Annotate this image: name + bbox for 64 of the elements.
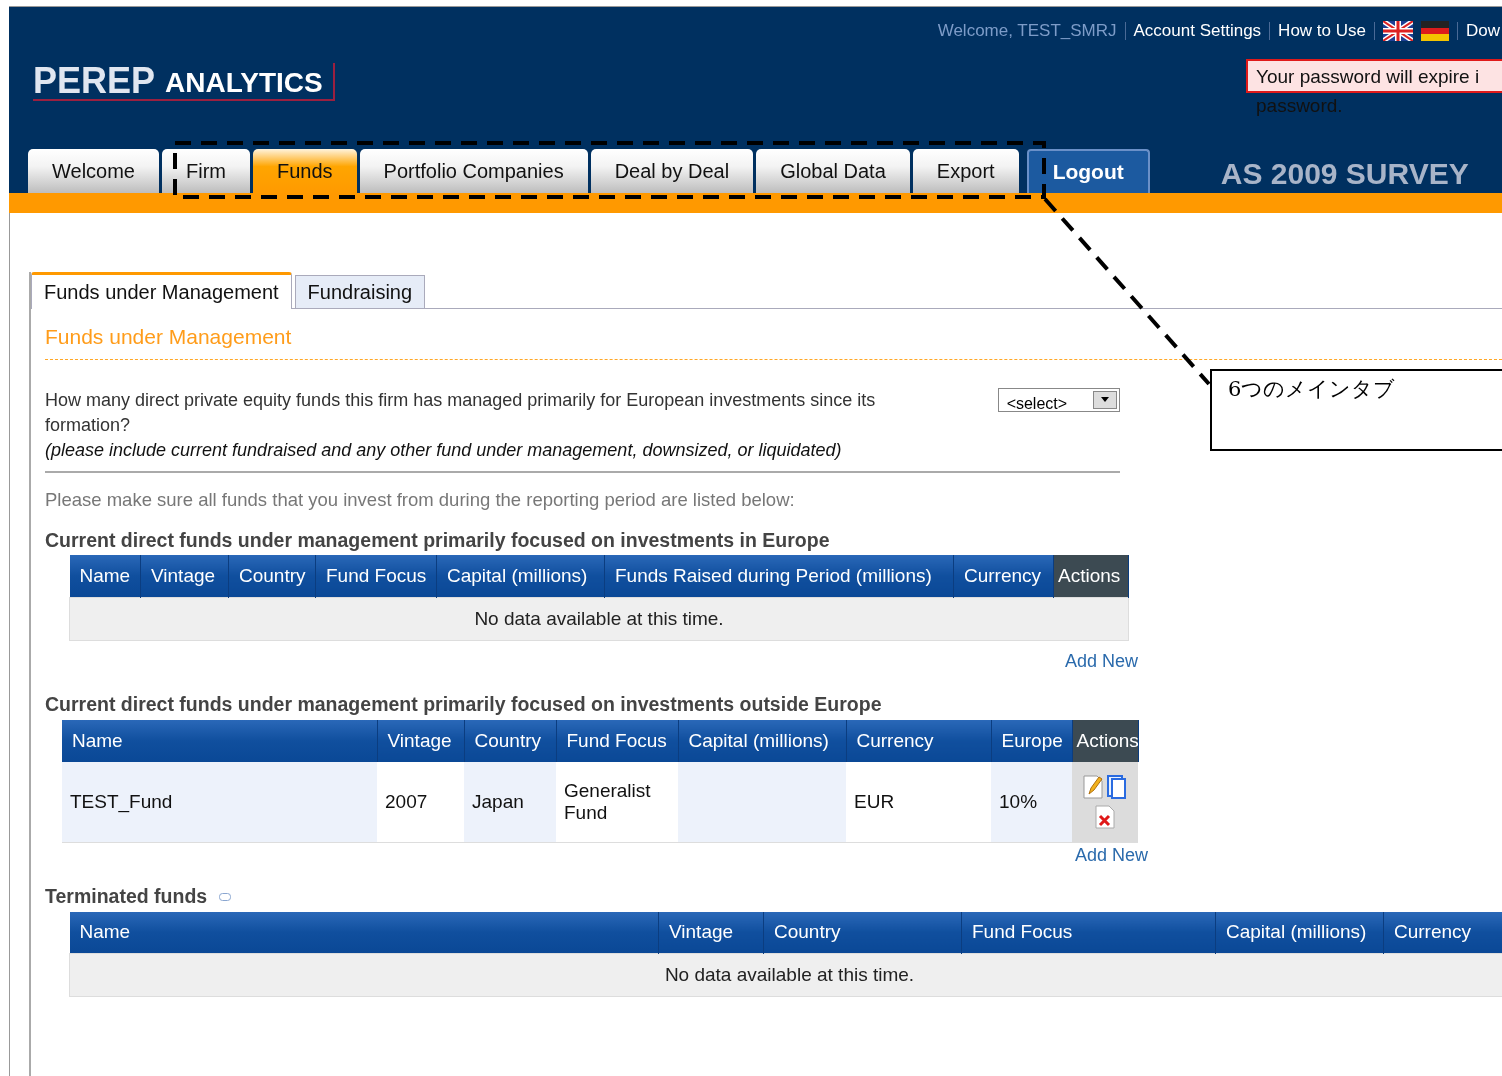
table-cell: 10%	[991, 761, 1072, 842]
column-header: Currency	[1383, 911, 1502, 954]
sub-tab[interactable]: Fundraising	[294, 275, 426, 308]
column-header: Capital (millions)	[436, 555, 605, 597]
top-link[interactable]: Account Settings	[1133, 21, 1262, 41]
main-tab[interactable]: Funds	[253, 149, 357, 193]
survey-title: AS 2009 SURVEY	[1220, 157, 1469, 192]
column-header: Country	[464, 719, 556, 762]
question-note: (please include current fundraised and any other fund under management, downsized, or liquidated)	[45, 439, 843, 462]
column-header: Country	[228, 555, 316, 597]
column-header: Fund Focus	[961, 911, 1216, 954]
add-new-link[interactable]: Add New	[1074, 844, 1148, 866]
main-tab[interactable]: Portfolio Companies	[359, 149, 588, 193]
column-header: Name	[62, 719, 377, 762]
table-cell: EUR	[846, 761, 991, 842]
question-text: How many direct private equity funds this firm has managed primarily for European investments since its formation?	[45, 389, 877, 437]
main-tab[interactable]: Global Data	[756, 149, 910, 193]
logo: PEREP ANALYTICS	[33, 63, 335, 101]
info-text: Please make sure all funds that you invest from during the reporting period are listed below:	[45, 488, 796, 511]
table-title: Current direct funds under management primarily focused on investments in Europe	[45, 528, 830, 552]
column-header: Vintage	[140, 555, 229, 597]
column-header: Funds Raised during Period (millions)	[604, 555, 954, 597]
column-header: Fund Focus	[556, 719, 678, 762]
main-tab[interactable]: Export	[912, 149, 1019, 193]
empty-message: No data available at this time.	[69, 953, 1502, 997]
top-link[interactable]: Dow	[1466, 21, 1500, 41]
password-notice: Your password will expire i	[1246, 59, 1502, 93]
logout-button[interactable]: Logout	[1026, 149, 1150, 193]
edit-icon[interactable]	[1083, 774, 1103, 799]
column-header: Capital (millions)	[1215, 911, 1384, 954]
count-select[interactable]: <select>	[997, 388, 1120, 412]
main-tab[interactable]: Deal by Deal	[590, 149, 754, 193]
table-title: Terminated funds	[45, 885, 208, 908]
main-tab[interactable]: Welcome	[28, 149, 159, 193]
column-header: Currency	[953, 555, 1054, 597]
table-cell: Japan	[464, 761, 556, 842]
delete-icon[interactable]	[1095, 804, 1115, 829]
table-cell: 2007	[377, 761, 464, 842]
table-title: Current direct funds under management primarily focused on investments outside Europe	[45, 693, 882, 716]
top-link[interactable]: How to Use	[1278, 21, 1366, 41]
column-header: Name	[69, 555, 141, 597]
main-tab[interactable]: Firm	[162, 149, 250, 193]
add-new-link[interactable]: Add New	[1064, 650, 1138, 672]
sub-tab[interactable]: Funds under Management	[31, 272, 292, 309]
column-header: Country	[763, 911, 962, 954]
column-header: Europe	[991, 719, 1072, 762]
column-header: Actions	[1053, 555, 1129, 597]
table-cell: Generalist Fund	[556, 761, 678, 842]
annotation-callout: 6つのメインタブ	[1210, 369, 1502, 451]
copy-icon[interactable]	[1107, 774, 1127, 799]
user-greeting: Welcome, TEST_SMRJ	[937, 21, 1117, 41]
column-header: Vintage	[658, 911, 764, 954]
empty-message: No data available at this time.	[69, 597, 1129, 640]
column-header: Vintage	[377, 719, 464, 762]
column-header: Name	[69, 911, 659, 954]
column-header: Currency	[846, 719, 991, 762]
section-title: Funds under Management	[45, 309, 1502, 360]
password-notice-text: password.	[1255, 94, 1344, 116]
column-header: Fund Focus	[315, 555, 437, 597]
german-flag-icon[interactable]	[1421, 21, 1449, 41]
british-flag-icon[interactable]	[1383, 21, 1413, 41]
table-cell: TEST_Fund	[62, 761, 377, 842]
column-header: Capital (millions)	[678, 719, 846, 762]
column-header: Actions	[1072, 719, 1138, 762]
